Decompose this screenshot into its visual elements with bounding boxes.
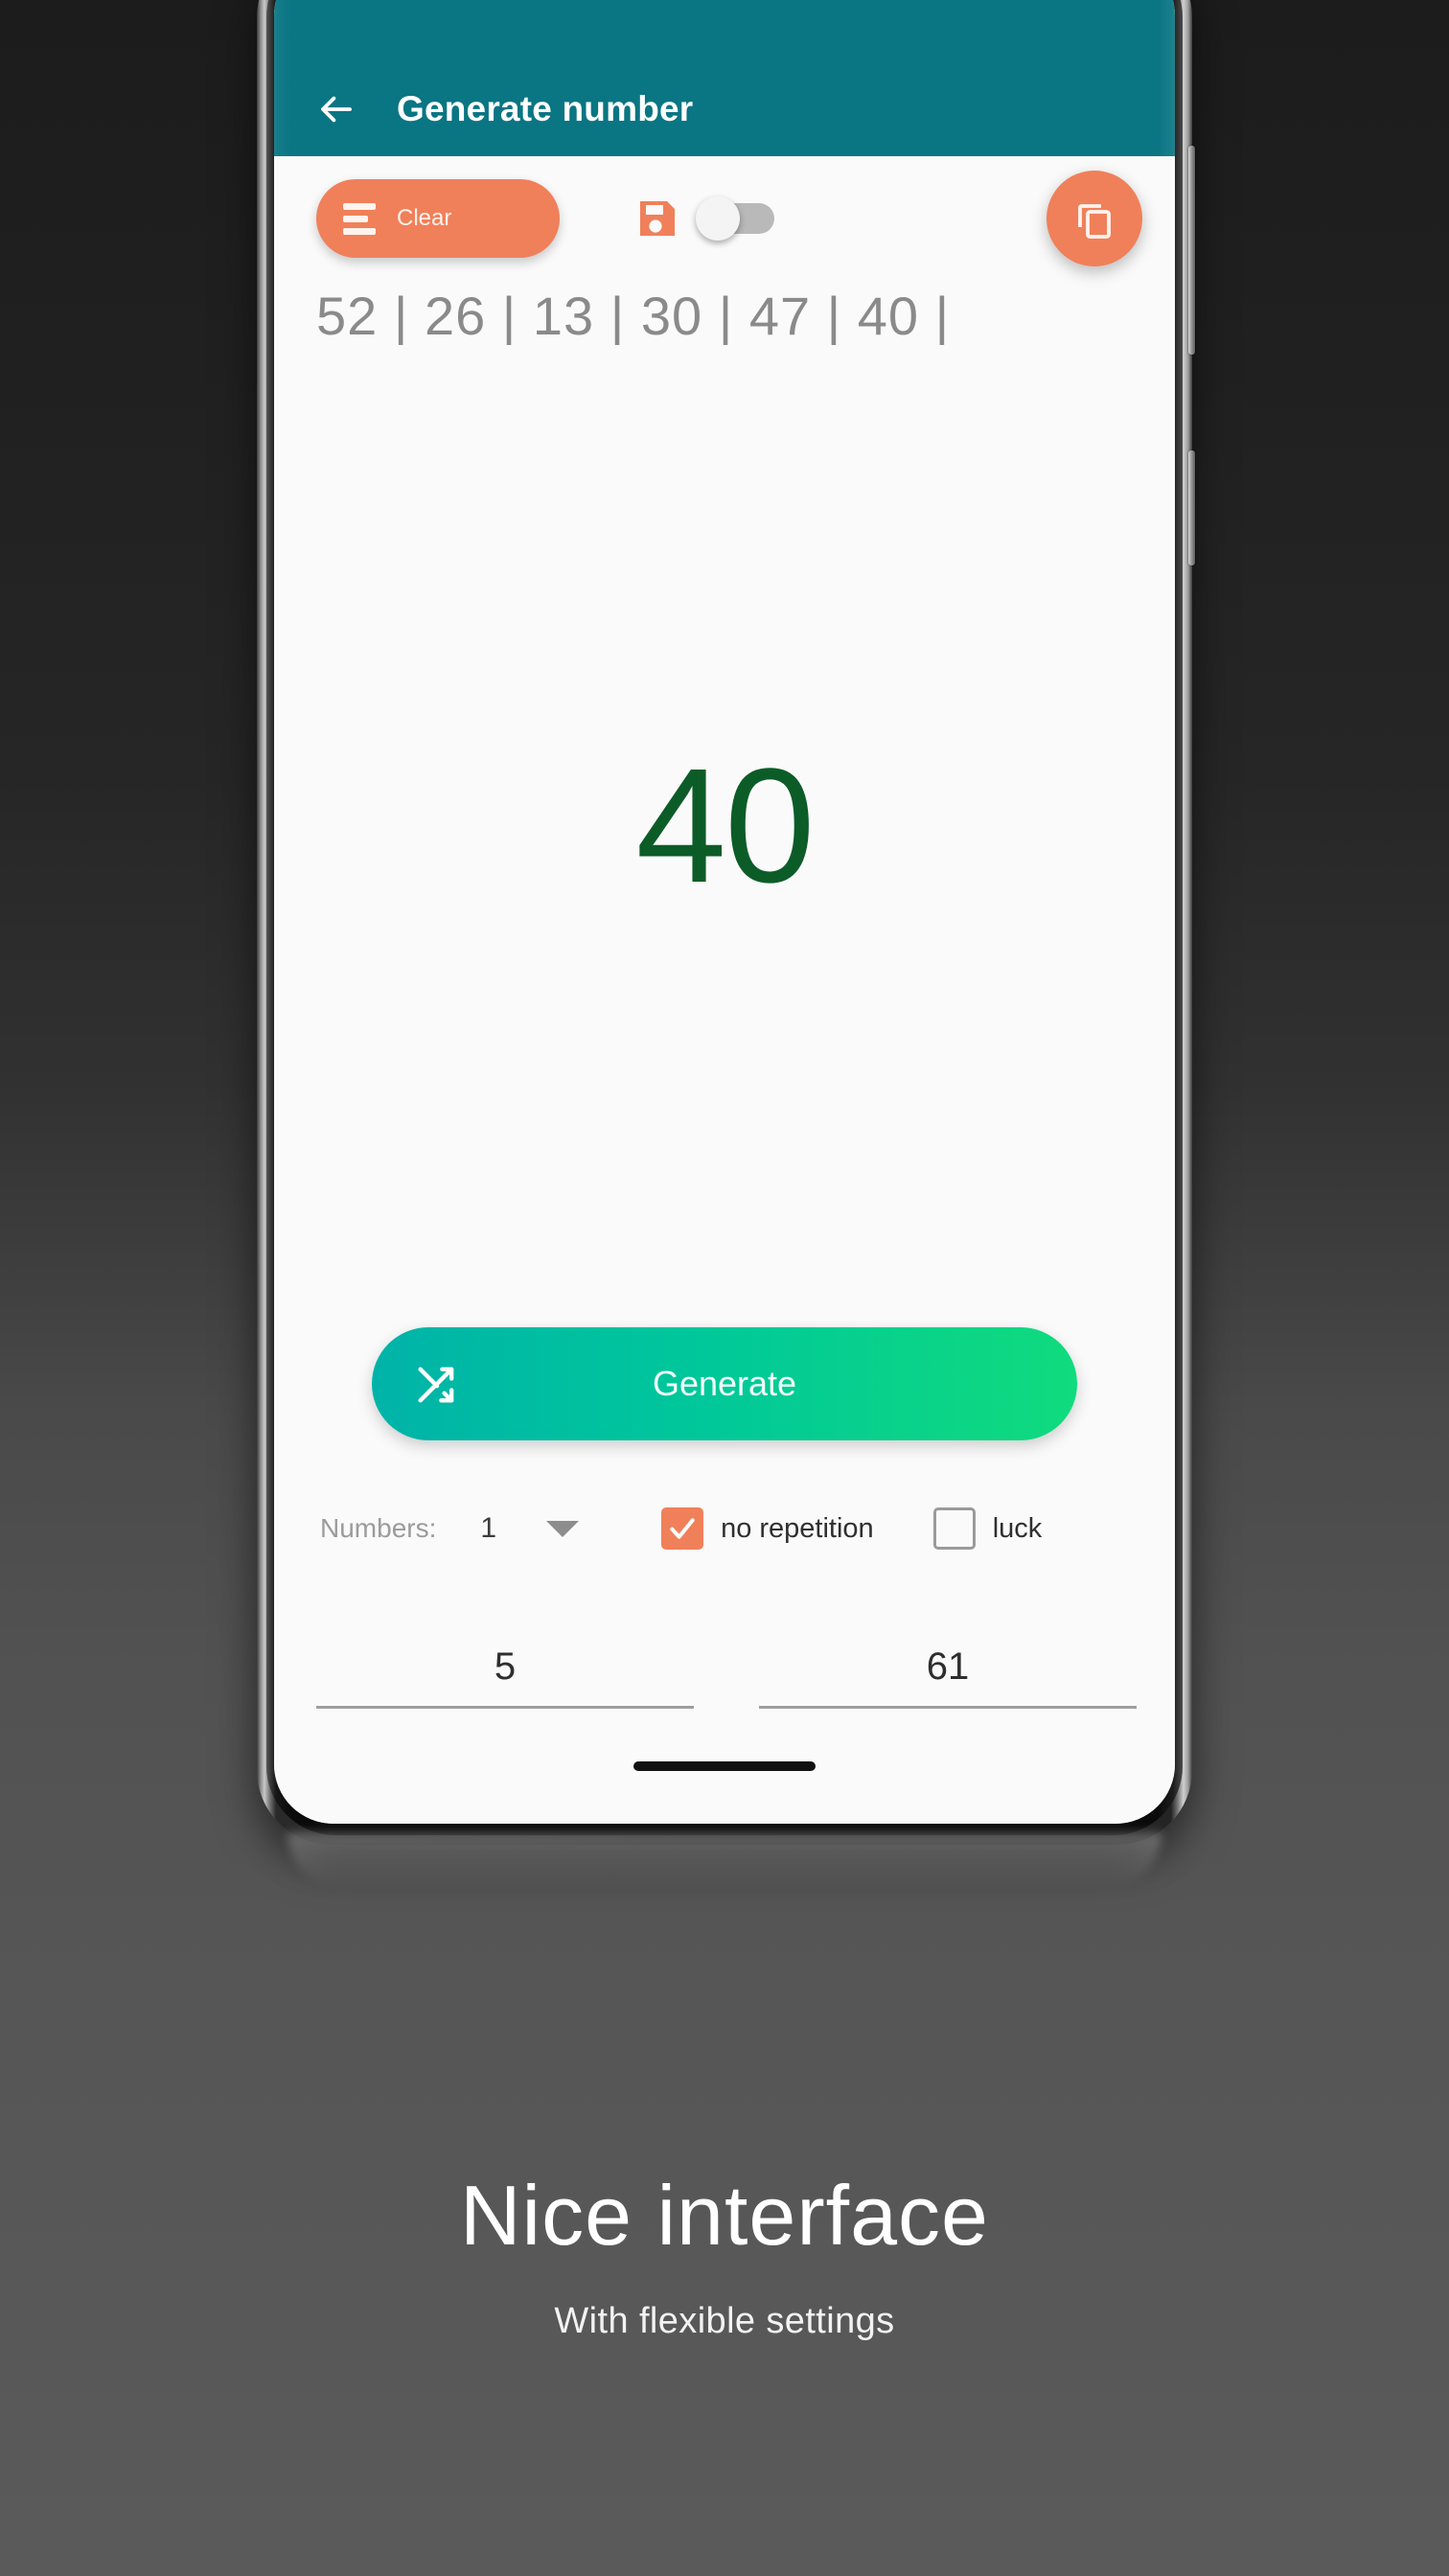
home-gesture-bar[interactable]	[633, 1761, 816, 1771]
generate-button-wrapper: Generate	[274, 1327, 1175, 1440]
result-number: 40	[635, 735, 815, 918]
arrow-left-icon[interactable]	[314, 87, 358, 131]
save-toggle-switch[interactable]	[696, 196, 774, 241]
no-repetition-label: no repetition	[721, 1512, 874, 1544]
checkbox-box-unchecked	[932, 1507, 976, 1550]
checkbox-box-checked	[661, 1507, 704, 1550]
promo-subtitle: With flexible settings	[554, 2301, 895, 2342]
copy-button[interactable]	[1046, 171, 1142, 266]
promo-title: Nice interface	[459, 2168, 989, 2263]
clear-button-label: Clear	[397, 205, 452, 231]
range-inputs-row: 5 61	[274, 1645, 1175, 1709]
min-value-text: 5	[494, 1645, 517, 1688]
volume-button[interactable]	[1188, 146, 1195, 355]
lines-icon	[343, 202, 376, 235]
toolbar: Clear	[274, 156, 1175, 281]
history-line: 52 | 26 | 13 | 30 | 47 | 40 |	[316, 288, 951, 345]
app-header-bar: Generate number	[274, 0, 1175, 156]
numbers-count-value[interactable]: 1	[480, 1512, 496, 1545]
clear-button[interactable]: Clear	[316, 179, 560, 258]
floppy-save-icon[interactable]	[634, 196, 680, 242]
no-repetition-checkbox[interactable]: no repetition	[661, 1507, 874, 1550]
max-value-text: 61	[926, 1645, 970, 1688]
app-header-inner: Generate number	[314, 87, 693, 131]
page-title: Generate number	[397, 89, 694, 128]
promo-block: Nice interface With flexible settings	[0, 2170, 1449, 2342]
settings-row: Numbers: 1 no repetition luck	[274, 1467, 1175, 1590]
numbers-label: Numbers:	[320, 1513, 437, 1543]
save-toggle-group	[634, 196, 774, 242]
phone-device-mockup: Generate number Clear 52 | 26 | 13 | 30 …	[257, 0, 1195, 1845]
luck-label: luck	[992, 1512, 1043, 1544]
min-value-field[interactable]: 5	[316, 1645, 694, 1709]
generate-button-label: Generate	[652, 1364, 797, 1403]
result-container: 40	[274, 345, 1175, 1327]
toggle-thumb	[696, 196, 740, 241]
app-content: Clear 52 | 26 | 13 | 30 | 47 | 40 | 40 G…	[274, 156, 1175, 1824]
chevron-down-icon[interactable]	[546, 1520, 580, 1537]
max-value-field[interactable]: 61	[759, 1645, 1137, 1709]
gesture-bar-area	[274, 1709, 1175, 1824]
luck-checkbox[interactable]: luck	[932, 1507, 1043, 1550]
generate-button[interactable]: Generate	[372, 1327, 1077, 1440]
power-button[interactable]	[1188, 450, 1195, 565]
phone-screen: Generate number Clear 52 | 26 | 13 | 30 …	[274, 0, 1175, 1824]
